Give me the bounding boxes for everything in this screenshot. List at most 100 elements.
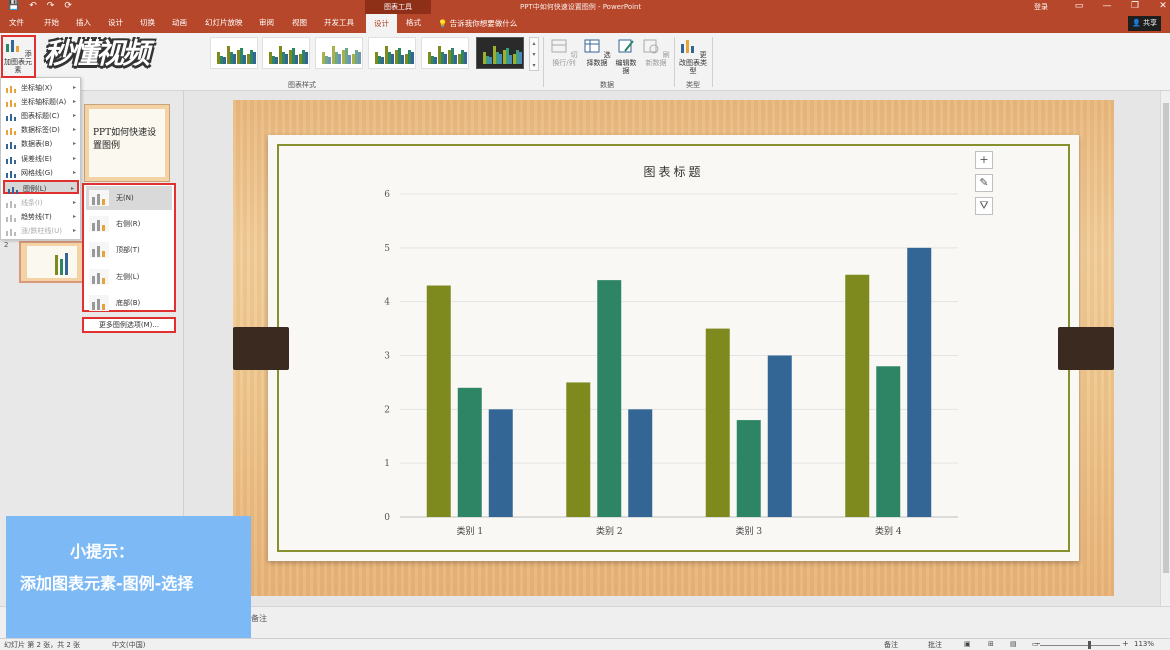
legend-option-4[interactable]: 底部(B) bbox=[86, 291, 172, 315]
menu-item-6[interactable]: 网格线(G) ▸ bbox=[3, 166, 79, 180]
menu-item-0[interactable]: 坐标轴(X) ▸ bbox=[3, 81, 79, 95]
chart-style-thumbnail[interactable] bbox=[210, 37, 258, 69]
vertical-scrollbar[interactable] bbox=[1160, 91, 1170, 606]
menu-item-5[interactable]: 误差线(E) ▸ bbox=[3, 152, 79, 166]
tab-animations[interactable]: 动画 bbox=[172, 17, 187, 28]
close-icon[interactable]: ✕ bbox=[1149, 0, 1170, 12]
zoom-slider-knob[interactable] bbox=[1088, 641, 1091, 649]
switch-row-column-button[interactable]: 切换行/列 bbox=[547, 37, 581, 67]
login-link[interactable]: 登录 bbox=[1034, 2, 1048, 12]
chart-style-thumbnail[interactable] bbox=[315, 37, 363, 69]
bar-series-2-3[interactable] bbox=[736, 420, 761, 517]
edit-data-label: 编辑数据 bbox=[615, 59, 637, 75]
zoom-out-icon[interactable]: − bbox=[1034, 639, 1041, 648]
tab-review[interactable]: 审阅 bbox=[259, 17, 274, 28]
legend-option-1[interactable]: 右侧(R) bbox=[86, 212, 172, 236]
thumbnail-bar bbox=[519, 52, 522, 64]
zoom-in-icon[interactable]: + bbox=[1122, 639, 1129, 648]
chart-style-thumbnail[interactable] bbox=[262, 37, 310, 69]
menu-item-3[interactable]: 数据标签(D) ▸ bbox=[3, 123, 79, 137]
add-chart-element-button[interactable]: 添加图表元素 bbox=[2, 36, 34, 74]
thumbnail-bar bbox=[295, 55, 298, 64]
tab-transitions[interactable]: 切换 bbox=[140, 17, 155, 28]
menu-item-2[interactable]: 图表标题(C) ▸ bbox=[3, 109, 79, 123]
tab-format[interactable]: 格式 bbox=[406, 17, 421, 28]
chart-styles-brush-icon[interactable]: ✎ bbox=[975, 174, 993, 192]
bar-series-2-1[interactable] bbox=[457, 387, 482, 517]
chart-paper[interactable]: 图表标题 0 1 2 3 4 5 6 类别 1 类别 2 类别 3 类别 4 + ✎ ⛛ bbox=[268, 135, 1079, 561]
bar-series-3-1[interactable] bbox=[488, 409, 513, 517]
undo-icon[interactable]: ↶ bbox=[29, 1, 37, 11]
menu-item-label: 坐标轴(X) bbox=[21, 84, 53, 92]
slide-thumbnail-2-chart bbox=[27, 246, 77, 278]
submenu-arrow-icon: ▸ bbox=[72, 84, 76, 91]
menu-item-7[interactable]: 图例(L) ▸ bbox=[3, 180, 79, 194]
tab-home[interactable]: 开始 bbox=[44, 17, 59, 28]
chart-filter-icon[interactable]: ⛛ bbox=[975, 197, 993, 215]
bar-series-1-4[interactable] bbox=[845, 274, 870, 517]
save-icon[interactable]: 💾 bbox=[8, 1, 19, 11]
more-legend-options[interactable]: 更多图例选项(M)... bbox=[82, 317, 176, 333]
bar-chart[interactable]: 0 1 2 3 4 5 6 类别 1 类别 2 类别 3 类别 4 bbox=[268, 135, 1079, 561]
bar-series-2-4[interactable] bbox=[876, 366, 901, 517]
menu-item-1[interactable]: 坐标轴标题(A) ▸ bbox=[3, 95, 79, 109]
tab-slideshow[interactable]: 幻灯片放映 bbox=[205, 17, 243, 28]
normal-view-icon[interactable]: ▣ bbox=[964, 640, 971, 648]
refresh-data-button[interactable]: 刷新数据 bbox=[640, 37, 672, 67]
select-data-button[interactable]: 选择数据 bbox=[582, 37, 612, 67]
chart-style-thumbnail[interactable] bbox=[421, 37, 469, 69]
comments-toggle-button[interactable]: 批注 bbox=[928, 640, 942, 650]
repeat-icon[interactable]: ⟳ bbox=[64, 1, 72, 11]
zoom-level[interactable]: 113% bbox=[1134, 640, 1154, 648]
tab-developer[interactable]: 开发工具 bbox=[324, 17, 354, 28]
zoom-slider[interactable] bbox=[1040, 645, 1120, 646]
notes-toggle-button[interactable]: 备注 bbox=[884, 640, 898, 650]
tab-chart-design[interactable]: 设计 bbox=[366, 14, 397, 33]
thumbnail-bar bbox=[243, 55, 246, 64]
restore-icon[interactable]: ❐ bbox=[1121, 0, 1149, 12]
gallery-up-icon[interactable]: ▴ bbox=[530, 38, 538, 49]
bar-series-1-2[interactable] bbox=[566, 382, 591, 517]
tell-me-text: 告诉我你想要做什么 bbox=[449, 19, 518, 28]
window-controls: ▭ — ❐ ✕ bbox=[1065, 0, 1170, 12]
bar-series-3-4[interactable] bbox=[907, 247, 932, 517]
tab-design-main[interactable]: 设计 bbox=[108, 17, 123, 28]
bar-series-2-2[interactable] bbox=[597, 280, 622, 517]
bar-series-1-1[interactable] bbox=[426, 285, 451, 517]
gallery-scroll[interactable]: ▴ ▾ ▾ bbox=[529, 37, 539, 71]
bar-series-3-2[interactable] bbox=[628, 409, 653, 517]
slide-thumbnail-2[interactable] bbox=[19, 241, 85, 283]
slide-thumbnail-1[interactable]: PPT如何快速设置图例 bbox=[84, 104, 170, 182]
slide-sorter-icon[interactable]: ⊞ bbox=[988, 640, 994, 648]
tab-insert[interactable]: 插入 bbox=[76, 17, 91, 28]
legend-option-2[interactable]: 顶部(T) bbox=[86, 238, 172, 262]
redo-icon[interactable]: ↷ bbox=[47, 1, 55, 11]
change-chart-type-button[interactable]: 更改图表类型 bbox=[677, 37, 709, 75]
chart-element-icon bbox=[8, 185, 18, 194]
gallery-more-icon[interactable]: ▾ bbox=[530, 60, 538, 71]
edit-data-button[interactable]: 编辑数据 bbox=[613, 37, 639, 75]
bar-series-1-3[interactable] bbox=[705, 328, 730, 517]
chart-style-thumbnail[interactable] bbox=[368, 37, 416, 69]
menu-item-8: 线条(I) ▸ bbox=[3, 196, 79, 210]
chart-elements-plus-icon[interactable]: + bbox=[975, 151, 993, 169]
tab-view[interactable]: 视图 bbox=[292, 17, 307, 28]
legend-option-0[interactable]: 无(N) bbox=[86, 186, 172, 210]
bar-series-3-3[interactable] bbox=[767, 355, 792, 518]
minimize-icon[interactable]: — bbox=[1093, 0, 1121, 12]
legend-option-3[interactable]: 左侧(L) bbox=[86, 265, 172, 289]
scrollbar-thumb[interactable] bbox=[1163, 103, 1169, 573]
menu-item-9[interactable]: 趋势线(T) ▸ bbox=[3, 210, 79, 224]
tell-me-search[interactable]: 💡 告诉我你想要做什么 bbox=[438, 18, 517, 29]
thumbnail-bar bbox=[338, 54, 341, 64]
gallery-down-icon[interactable]: ▾ bbox=[530, 49, 538, 60]
tab-file[interactable]: 文件 bbox=[9, 17, 24, 28]
thumbnail-bar bbox=[509, 55, 512, 64]
submenu-arrow-icon: ▸ bbox=[72, 169, 76, 176]
language-status[interactable]: 中文(中国) bbox=[112, 640, 145, 650]
chart-style-thumbnail[interactable] bbox=[476, 37, 524, 69]
ribbon-display-icon[interactable]: ▭ bbox=[1065, 0, 1093, 12]
menu-item-4[interactable]: 数据表(B) ▸ bbox=[3, 137, 79, 151]
reading-view-icon[interactable]: ▤ bbox=[1010, 640, 1017, 648]
share-button[interactable]: 👤 共享 bbox=[1128, 16, 1161, 31]
